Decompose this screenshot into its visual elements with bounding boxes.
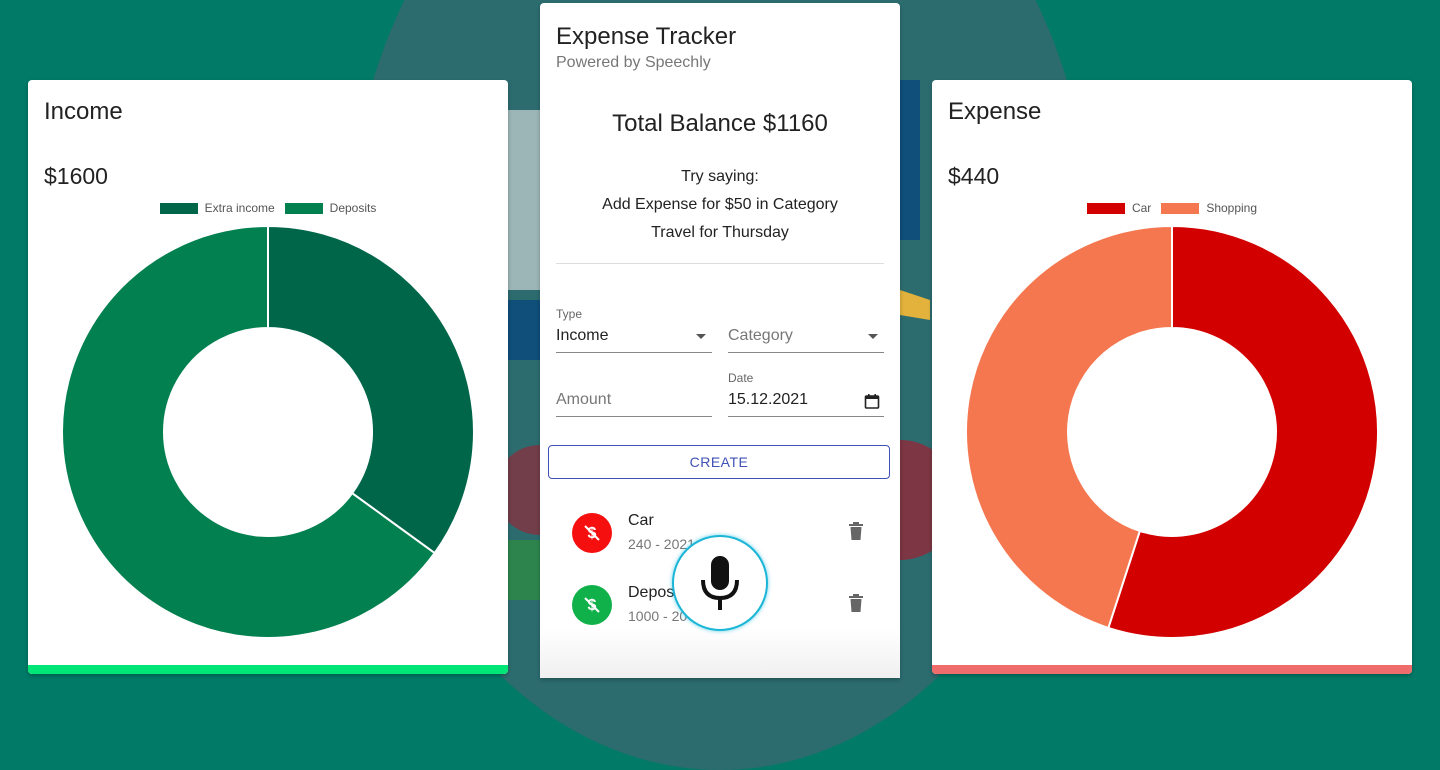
category-placeholder: Category bbox=[728, 327, 793, 344]
type-value: Income bbox=[556, 327, 609, 344]
hint-line: Travel for Thursday bbox=[651, 224, 789, 241]
app-title: Expense Tracker bbox=[556, 23, 737, 50]
total-balance: Total Balance $1160 bbox=[612, 110, 828, 137]
expense-legend: Car Shopping bbox=[932, 201, 1412, 215]
transaction-title: Car bbox=[628, 512, 654, 529]
income-amount: $1600 bbox=[44, 163, 108, 189]
delete-icon[interactable] bbox=[848, 593, 864, 613]
type-select[interactable]: Type Income bbox=[556, 307, 712, 353]
date-label: Date bbox=[728, 371, 754, 385]
hint-line: Try saying: bbox=[681, 168, 759, 185]
amount-field[interactable]: Amount bbox=[556, 373, 712, 417]
chevron-down-icon bbox=[696, 334, 706, 339]
legend-item[interactable]: Extra income bbox=[159, 201, 275, 215]
category-select[interactable]: Category bbox=[728, 309, 884, 353]
money-off-icon: $ bbox=[572, 513, 612, 553]
legend-label: Shopping bbox=[1206, 201, 1258, 215]
date-value: 15.12.2021 bbox=[728, 391, 809, 408]
money-off-icon: $ bbox=[572, 585, 612, 625]
legend-item[interactable]: Shopping bbox=[1161, 201, 1257, 215]
microphone-icon bbox=[701, 556, 739, 610]
income-legend: Extra income Deposits bbox=[28, 201, 508, 215]
legend-item[interactable]: Deposits bbox=[284, 201, 377, 215]
amount-placeholder: Amount bbox=[556, 391, 612, 408]
legend-item[interactable]: Car bbox=[1086, 201, 1152, 215]
divider bbox=[556, 263, 884, 264]
transaction-subtitle: 1000 - 20 bbox=[628, 608, 688, 624]
expense-amount: $440 bbox=[948, 163, 1000, 189]
legend-swatch bbox=[1086, 202, 1125, 214]
calendar-icon[interactable] bbox=[864, 393, 880, 409]
legend-swatch bbox=[1161, 202, 1200, 214]
income-donut-chart bbox=[61, 225, 475, 639]
type-label: Type bbox=[556, 307, 583, 321]
create-button[interactable]: CREATE bbox=[548, 445, 890, 479]
list-fade bbox=[540, 628, 900, 678]
legend-swatch bbox=[159, 202, 198, 214]
date-field[interactable]: Date 15.12.2021 bbox=[728, 371, 884, 417]
microphone-button[interactable] bbox=[672, 535, 768, 631]
legend-label: Deposits bbox=[329, 201, 377, 215]
delete-icon[interactable] bbox=[848, 521, 864, 541]
hint-line: Add Expense for $50 in Category bbox=[602, 196, 838, 213]
transaction-title: Depos bbox=[628, 584, 675, 601]
voice-hint: Try saying: Add Expense for $50 in Categ… bbox=[540, 163, 900, 247]
income-title: Income bbox=[44, 98, 123, 125]
legend-swatch bbox=[284, 202, 323, 214]
chevron-down-icon bbox=[868, 334, 878, 339]
expense-donut-chart bbox=[965, 225, 1379, 639]
donut-slice-extra-income[interactable] bbox=[267, 225, 475, 555]
app-subtitle: Powered by Speechly bbox=[556, 54, 711, 71]
expense-accent-bar bbox=[932, 665, 1412, 674]
legend-label: Car bbox=[1131, 201, 1152, 215]
expense-title: Expense bbox=[948, 98, 1042, 125]
expense-card: Expense $440 Car Shopping bbox=[932, 80, 1412, 674]
income-accent-bar bbox=[28, 665, 508, 674]
income-card: Income $1600 Extra income Deposits bbox=[28, 80, 508, 674]
legend-label: Extra income bbox=[204, 201, 275, 215]
